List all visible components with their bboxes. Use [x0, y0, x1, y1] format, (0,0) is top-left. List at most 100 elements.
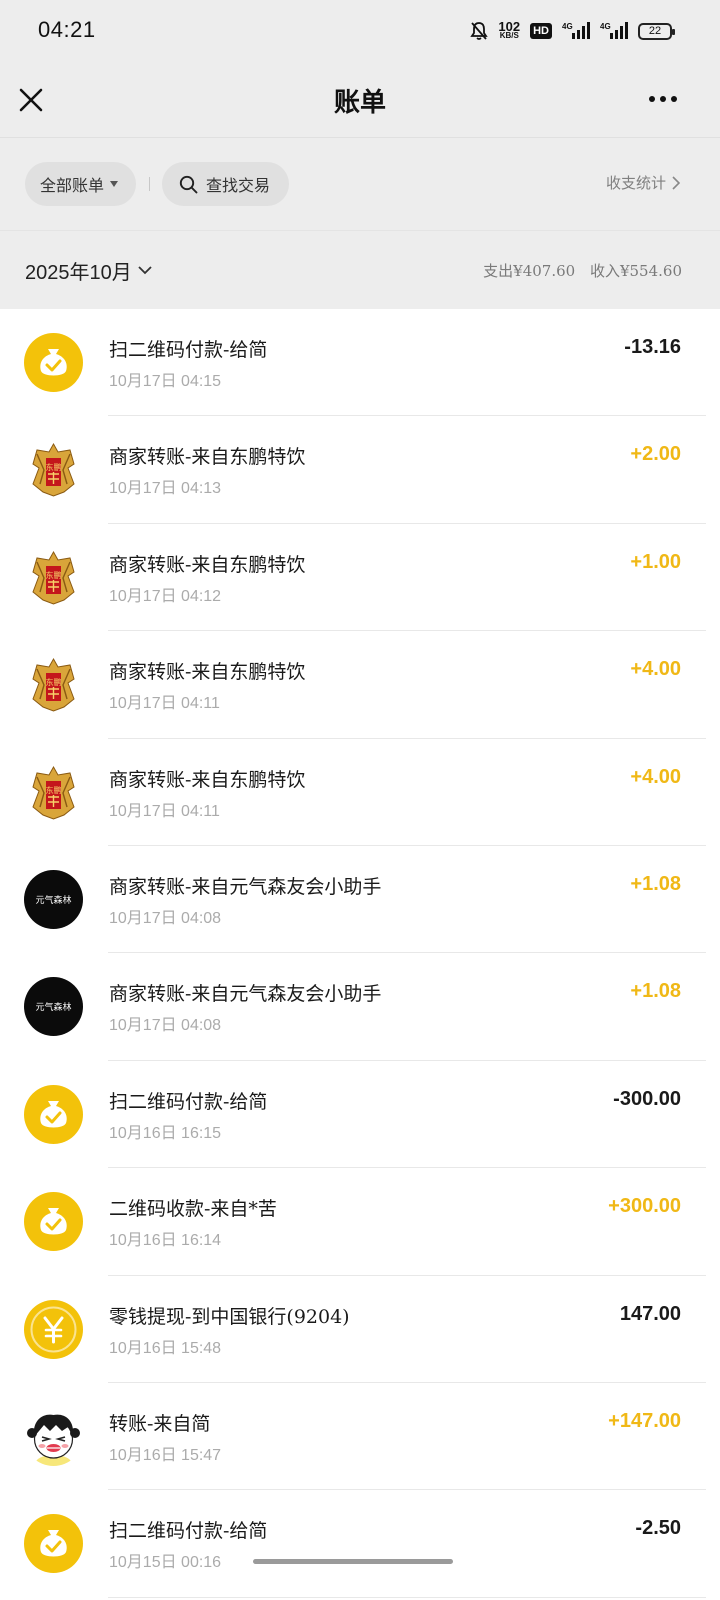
transaction-title: 商家转账-来自东鹏特饮	[109, 768, 306, 791]
transaction-row[interactable]: 扫二维码付款-给简 10月15日 00:16 -2.50	[0, 1490, 720, 1598]
transaction-row[interactable]: 东鹏 商家转账-来自东鹏特饮 10月17日 04:11 +4.00	[0, 631, 720, 739]
hd-icon: HD	[530, 23, 552, 39]
filter-divider	[149, 177, 150, 191]
transaction-title: 二维码收款-来自*苦	[109, 1198, 277, 1221]
caret-down-icon	[110, 181, 119, 187]
transaction-amount: +4.00	[630, 765, 681, 788]
status-time: 04:21	[38, 17, 96, 42]
income-expense-stats-link[interactable]: 收支统计	[606, 172, 680, 193]
transaction-amount: +1.08	[630, 980, 681, 1003]
chevron-down-icon	[138, 266, 152, 275]
transaction-row[interactable]: 转账-来自简 10月16日 15:47 +147.00	[0, 1383, 720, 1491]
bell-muted-icon	[470, 22, 489, 40]
money-bag-icon	[24, 1192, 83, 1252]
dongpeng-logo-text: 东鹏	[46, 462, 62, 472]
all-bills-label: 全部账单	[40, 176, 105, 195]
transaction-time: 10月17日 04:13	[109, 480, 222, 498]
transaction-time: 10月17日 04:11	[109, 802, 220, 820]
more-icon[interactable]	[648, 95, 678, 103]
yuan-coin-icon	[24, 1299, 83, 1359]
transaction-row[interactable]: 扫二维码付款-给简 10月17日 04:15 -13.16	[0, 309, 720, 417]
filter-bar: 全部账单 查找交易 收支统计	[0, 138, 720, 231]
signal-icon-2: 4G	[600, 22, 628, 39]
speed-value: 102	[498, 19, 521, 34]
month-selector[interactable]: 2025年10月	[25, 256, 152, 285]
dongpeng-logo-text: 东鹏	[46, 785, 62, 795]
transaction-amount: +4.00	[630, 658, 681, 681]
transaction-row[interactable]: 元气森林 商家转账-来自元气森友会小助手 10月17日 04:08 +1.08	[0, 953, 720, 1061]
home-indicator[interactable]	[253, 1559, 453, 1564]
transaction-row[interactable]: 东鹏 商家转账-来自东鹏特饮 10月17日 04:12 +1.00	[0, 524, 720, 632]
transaction-time: 10月15日 00:16	[109, 1554, 222, 1572]
money-bag-icon	[24, 1084, 83, 1144]
battery-icon: 22	[638, 22, 675, 40]
dongpeng-logo-text: 东鹏	[46, 677, 62, 687]
money-bag-icon	[24, 333, 83, 392]
signal-icon-1: 4G	[562, 22, 590, 39]
search-label: 查找交易	[206, 176, 271, 195]
transaction-amount: 147.00	[619, 1302, 681, 1325]
month-income: 收入¥554.60	[589, 262, 682, 280]
transaction-title: 商家转账-来自东鹏特饮	[109, 553, 306, 576]
chevron-right-icon	[672, 175, 680, 190]
month-summary: 支出¥407.60 收入¥554.60	[483, 260, 682, 281]
status-bar: 04:21 102 KB/S HD 4G 4G 22	[0, 0, 720, 62]
transaction-time: 10月16日 15:48	[109, 1339, 222, 1357]
transaction-title: 零钱提现-到中国银行(9204)	[109, 1305, 350, 1328]
month-expense: 支出¥407.60	[483, 262, 576, 280]
cartoon-avatar-icon	[24, 1406, 83, 1466]
transaction-time: 10月17日 04:11	[109, 695, 220, 713]
speed-unit: KB/S	[499, 31, 519, 40]
transaction-amount: +300.00	[608, 1195, 681, 1218]
transaction-amount: +1.00	[630, 550, 681, 573]
all-bills-filter-button[interactable]: 全部账单	[25, 162, 136, 206]
nav-bar: 账单	[0, 62, 720, 138]
transaction-title: 商家转账-来自东鹏特饮	[109, 446, 306, 469]
transaction-title: 转账-来自简	[109, 1412, 211, 1435]
transaction-time: 10月17日 04:08	[109, 909, 222, 927]
transaction-time: 10月16日 16:14	[109, 1232, 222, 1250]
dongpeng-logo-icon: 东鹏	[24, 440, 83, 499]
network-type-2: 4G	[600, 22, 611, 31]
page-title: 账单	[333, 88, 386, 118]
genki-forest-logo-icon: 元气森林	[24, 869, 83, 929]
transaction-row[interactable]: 二维码收款-来自*苦 10月16日 16:14 +300.00	[0, 1168, 720, 1276]
dongpeng-logo-icon: 东鹏	[24, 655, 83, 714]
transaction-row[interactable]: 东鹏 商家转账-来自东鹏特饮 10月17日 04:13 +2.00	[0, 416, 720, 524]
transaction-title: 商家转账-来自元气森友会小助手	[109, 983, 382, 1006]
stats-label: 收支统计	[605, 174, 666, 192]
month-bar: 2025年10月 支出¥407.60 收入¥554.60	[0, 231, 720, 309]
search-transactions-button[interactable]: 查找交易	[162, 162, 289, 206]
transaction-title: 扫二维码付款-给简	[109, 339, 268, 361]
transaction-amount: -300.00	[613, 1087, 681, 1110]
transaction-row[interactable]: 元气森林 商家转账-来自元气森友会小助手 10月17日 04:08 +1.08	[0, 846, 720, 954]
dongpeng-logo-text: 东鹏	[46, 570, 62, 580]
transaction-row[interactable]: 零钱提现-到中国银行(9204) 10月16日 15:48 147.00	[0, 1276, 720, 1383]
transaction-title: 扫二维码付款-给简	[109, 1520, 268, 1543]
transaction-list: 扫二维码付款-给简 10月17日 04:15 -13.16 东鹏 商家转账-来自东鹏特饮…	[0, 309, 720, 1598]
dongpeng-logo-icon: 东鹏	[24, 548, 83, 607]
month-label: 2025年10月	[25, 262, 132, 284]
transaction-amount: +1.08	[630, 872, 681, 895]
transaction-time: 10月16日 15:47	[109, 1446, 222, 1464]
transaction-time: 10月17日 04:08	[109, 1017, 222, 1035]
transaction-title: 扫二维码付款-给简	[109, 1090, 268, 1113]
network-speed: 102 KB/S	[498, 19, 521, 40]
transaction-amount: -13.16	[624, 336, 681, 358]
dongpeng-logo-icon: 东鹏	[24, 763, 83, 822]
genki-forest-logo-text: 元气森林	[35, 895, 72, 906]
genki-forest-logo-icon: 元气森林	[24, 977, 83, 1037]
search-icon	[179, 175, 198, 193]
transaction-time: 10月17日 04:15	[109, 373, 222, 390]
transaction-time: 10月16日 16:15	[109, 1124, 222, 1142]
row-divider	[108, 1596, 706, 1598]
transaction-row[interactable]: 扫二维码付款-给简 10月16日 16:15 -300.00	[0, 1061, 720, 1169]
transaction-amount: +147.00	[608, 1409, 681, 1432]
money-bag-icon	[24, 1514, 83, 1574]
transaction-time: 10月17日 04:12	[109, 587, 222, 605]
transaction-row[interactable]: 东鹏 商家转账-来自东鹏特饮 10月17日 04:11 +4.00	[0, 739, 720, 846]
transaction-amount: +2.00	[630, 443, 681, 466]
status-icons: 102 KB/S HD 4G 4G 22	[470, 18, 675, 44]
genki-forest-logo-text: 元气森林	[35, 1003, 72, 1014]
transaction-amount: -2.50	[635, 1517, 681, 1540]
